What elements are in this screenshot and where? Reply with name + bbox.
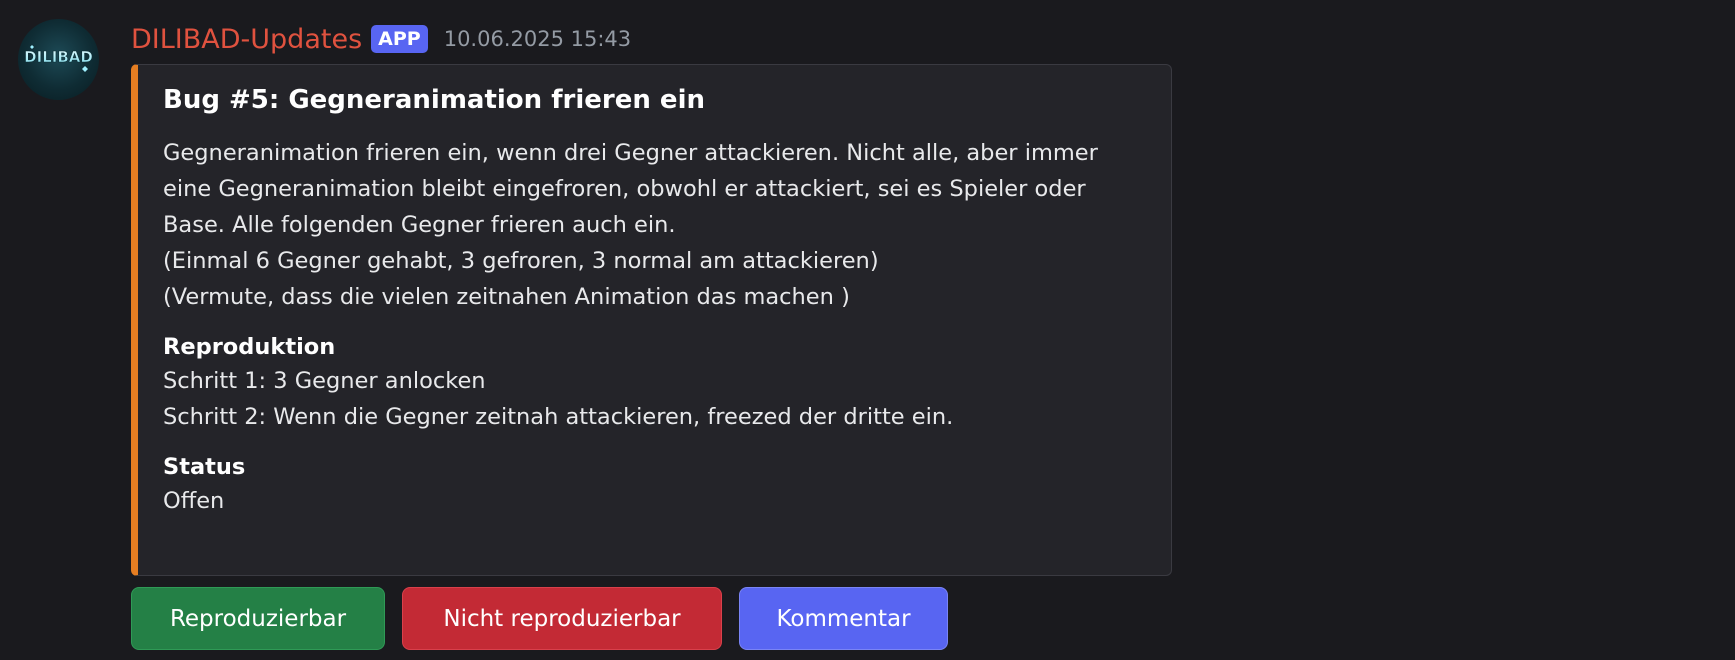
field-value-line: Schritt 1: 3 Gegner anlocken [163, 368, 486, 394]
comment-button[interactable]: Kommentar [739, 587, 948, 650]
embed-title: Bug #5: Gegneranimation frieren ein [163, 85, 705, 115]
field-value-line: Schritt 2: Wenn die Gegner zeitnah attac… [163, 404, 954, 430]
author-name[interactable]: DILIBAD-Updates [131, 24, 362, 55]
message-header: DILIBAD-Updates APP 10.06.2025 15:43 [131, 18, 631, 60]
description-line: eine Gegneranimation bleibt eingefroren,… [163, 176, 1086, 202]
chat-message: DILIBAD DILIBAD-Updates APP 10.06.2025 1… [0, 0, 1735, 660]
description-line: (Einmal 6 Gegner gehabt, 3 gefroren, 3 n… [163, 248, 879, 274]
message-timestamp[interactable]: 10.06.2025 15:43 [444, 27, 631, 51]
field-value-line: Offen [163, 488, 225, 514]
action-buttons: Reproduzierbar Nicht reproduzierbar Komm… [131, 587, 948, 650]
description-line: Gegneranimation frieren ein, wenn drei G… [163, 140, 1098, 166]
description-line: Base. Alle folgenden Gegner frieren auch… [163, 212, 676, 238]
avatar[interactable]: DILIBAD [18, 19, 99, 100]
embed-field-reproduktion: Reproduktion Schritt 1: 3 Gegner anlocke… [163, 331, 1151, 435]
avatar-logo-text: DILIBAD [24, 48, 93, 66]
field-value: Offen [163, 483, 1151, 519]
not-reproducible-button[interactable]: Nicht reproduzierbar [402, 587, 722, 650]
reproducible-button[interactable]: Reproduzierbar [131, 587, 385, 650]
field-name: Reproduktion [163, 334, 336, 360]
app-badge: APP [371, 25, 428, 53]
sparkle-icon [82, 66, 88, 72]
field-value: Schritt 1: 3 Gegner anlocken Schritt 2: … [163, 363, 1151, 435]
embed-description: Gegneranimation frieren ein, wenn drei G… [163, 135, 1151, 315]
field-name: Status [163, 454, 246, 480]
description-line: (Vermute, dass die vielen zeitnahen Anim… [163, 284, 850, 310]
embed-field-status: Status Offen [163, 451, 1151, 519]
bug-embed: Bug #5: Gegneranimation frieren ein Gegn… [131, 64, 1172, 576]
dilibad-logo-icon: DILIBAD [24, 45, 93, 72]
